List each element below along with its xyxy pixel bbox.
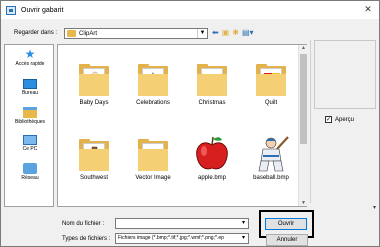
list-item[interactable]: Celebrations [124, 58, 182, 106]
filename-label: Nom du fichier : [62, 221, 105, 227]
list-item[interactable]: Baby Days [65, 58, 123, 106]
place-desktop[interactable]: Bureau [5, 79, 55, 96]
place-label: Bureau [21, 90, 39, 96]
filename-input[interactable]: ▾ [115, 218, 249, 229]
star-icon: ★ [24, 47, 36, 61]
file-list: Baby Days Celebrations Christmas Quilt S… [57, 44, 307, 207]
title-bar: Ouvrir gabarit ✕ [1, 1, 379, 19]
lookin-label: Regarder dans : [14, 30, 58, 36]
file-name: Southwest [79, 175, 109, 181]
list-item[interactable]: Southwest [65, 133, 123, 181]
computer-icon [23, 135, 37, 145]
preview-label: Aperçu [335, 116, 355, 123]
file-name: baseball.bmp [253, 175, 289, 181]
filetype-value: Fichiers image (*.bmp;*.tif;*.jpg;*.wmf;… [118, 235, 224, 241]
place-this-pc[interactable]: Ce PC [5, 135, 55, 152]
file-name: Celebrations [136, 100, 170, 106]
back-icon[interactable]: ⬅ [212, 28, 219, 38]
open-button[interactable]: Ouvrir [265, 218, 307, 230]
view-menu-icon[interactable]: ▤▾ [242, 28, 254, 38]
scroll-down-icon[interactable]: ▼ [299, 200, 308, 206]
scroll-thumb[interactable] [300, 54, 307, 144]
preview-toggle[interactable]: ✓ Aperçu [325, 116, 354, 123]
preview-checkbox[interactable]: ✓ [325, 116, 332, 123]
preview-pane [314, 40, 376, 109]
place-quick-access[interactable]: ★ Accès rapide [5, 47, 55, 67]
place-network[interactable]: Réseau [5, 163, 55, 181]
file-name: Baby Days [79, 100, 109, 106]
places-bar: ★ Accès rapide Bureau Bibliothèques Ce P… [4, 44, 54, 207]
chevron-down-icon[interactable]: ▾ [239, 219, 248, 228]
chevron-down-icon[interactable]: ▾ [373, 204, 376, 211]
place-libraries[interactable]: Bibliothèques [5, 107, 55, 125]
folder-icon [133, 58, 173, 98]
network-icon [23, 163, 37, 174]
folder-icon [74, 58, 114, 98]
app-icon [6, 5, 16, 15]
desktop-icon [23, 79, 37, 89]
folder-icon [67, 30, 76, 37]
window-title: Ouvrir gabarit [21, 6, 64, 14]
divider [310, 40, 311, 203]
file-name: apple.bmp [197, 175, 227, 181]
open-template-dialog: Ouvrir gabarit ✕ Regarder dans : ClipArt… [0, 0, 380, 247]
list-item[interactable]: Christmas [183, 58, 241, 106]
cancel-button[interactable]: Annuler [266, 234, 308, 246]
folder-icon [192, 58, 232, 98]
list-item[interactable]: apple.bmp [183, 133, 241, 181]
filetype-select[interactable]: Fichiers image (*.bmp;*.tif;*.jpg;*.wmf;… [115, 233, 249, 244]
chevron-down-icon[interactable]: ▾ [239, 234, 248, 243]
place-label: Réseau [21, 175, 39, 181]
list-item[interactable]: baseball.bmp [242, 133, 300, 181]
up-folder-icon[interactable]: ▣ [222, 28, 230, 38]
nav-toolbar: ⬅ ▣ ✱ ▤▾ [212, 28, 254, 38]
close-icon[interactable]: ✕ [362, 4, 374, 15]
new-folder-icon[interactable]: ✱ [232, 28, 239, 38]
place-label: Accès rapide [15, 61, 45, 67]
file-name: Christmas [198, 100, 226, 106]
vertical-scrollbar[interactable]: ▲ ▼ [298, 45, 307, 206]
scroll-up-icon[interactable]: ▲ [299, 45, 308, 51]
place-label: Bibliothèques [14, 119, 46, 125]
file-name: Quilt [264, 100, 278, 106]
file-name: Vector Image [135, 175, 171, 181]
lookin-combobox[interactable]: ClipArt ▼ [64, 28, 208, 39]
filetype-label: Types de fichiers : [62, 236, 111, 242]
apple-image-icon [192, 133, 232, 173]
folder-icon [133, 133, 173, 173]
folder-icon [251, 58, 291, 98]
chevron-down-icon[interactable]: ▼ [197, 29, 207, 38]
list-item[interactable]: Quilt [242, 58, 300, 106]
list-item[interactable]: Vector Image [124, 133, 182, 181]
lookin-value: ClipArt [79, 30, 98, 37]
libraries-icon [23, 107, 37, 118]
baseball-image-icon [251, 133, 291, 173]
folder-icon [74, 133, 114, 173]
place-label: Ce PC [22, 146, 38, 152]
